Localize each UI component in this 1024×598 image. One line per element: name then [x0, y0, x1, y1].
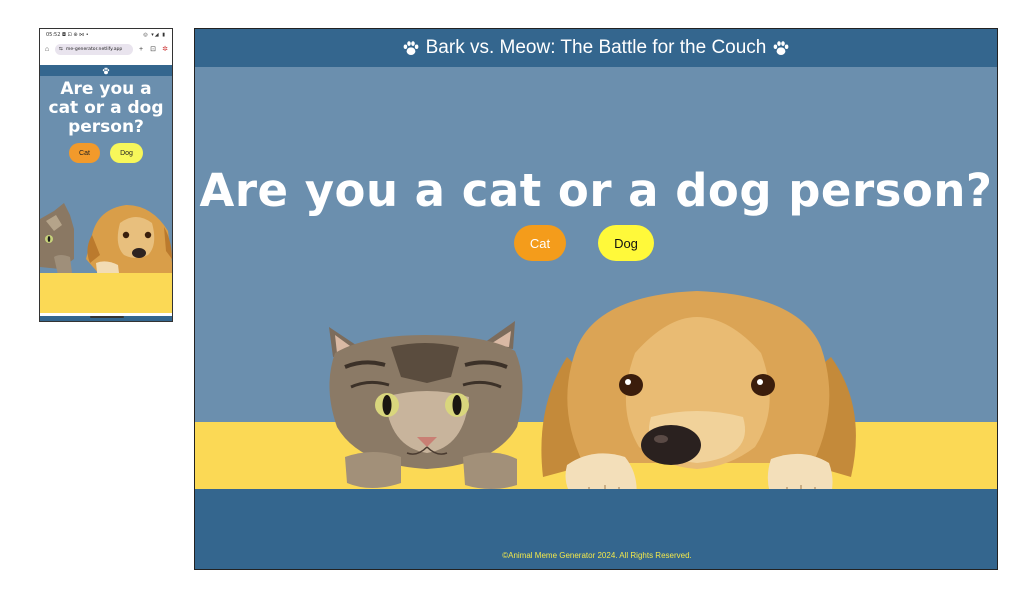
address-text: me-generator.netlify.app — [65, 46, 123, 52]
phone-cat-button[interactable]: Cat — [69, 143, 100, 163]
address-bar[interactable]: ⇆ me-generator.netlify.app — [55, 43, 133, 55]
gesture-bar[interactable] — [90, 316, 124, 318]
footer-copyright: ©Animal Meme Generator 2024. All Rights … — [502, 551, 692, 560]
phone-dog-button[interactable]: Dog — [110, 143, 143, 163]
status-notification-icons: ◘ ⊡ ⊕ ⋈ • — [62, 32, 89, 38]
home-icon[interactable]: ⌂ — [43, 46, 51, 53]
dog-button[interactable]: Dog — [598, 225, 654, 261]
phone-webpage: Are you a cat or a dog person? Cat Dog — [40, 65, 172, 321]
phone-choice-buttons: Cat Dog — [40, 143, 172, 163]
hero-section: Are you a cat or a dog person? Cat Dog — [195, 67, 997, 511]
phone-browser-toolbar: ⌂ ⇆ me-generator.netlify.app + ⊡ ✲ — [40, 41, 172, 57]
website-preview: Bark vs. Meow: The Battle for the Couch … — [194, 28, 998, 570]
tabs-icon[interactable]: ⊡ — [149, 45, 157, 53]
site-settings-icon[interactable]: ⇆ — [59, 47, 63, 52]
hero-title: Are you a cat or a dog person? — [199, 164, 993, 217]
dog-illustration — [541, 291, 856, 511]
status-time: 05:52 — [46, 32, 61, 38]
phone-preview: 05:52 ◘ ⊡ ⊕ ⋈ • ◎ ▾◢ ▮ ⌂ ⇆ me-generator.… — [39, 28, 173, 322]
site-header: Bark vs. Meow: The Battle for the Couch — [195, 29, 997, 67]
phone-hero-title: Are you a cat or a dog person? — [48, 79, 164, 137]
cat-and-dog-image — [329, 291, 856, 511]
phone-status-bar: 05:52 ◘ ⊡ ⊕ ⋈ • ◎ ▾◢ ▮ — [40, 29, 172, 41]
cat-button[interactable]: Cat — [514, 225, 566, 261]
site-title: Bark vs. Meow: The Battle for the Couch — [425, 37, 767, 58]
paw-icon — [102, 67, 110, 74]
paw-icon — [774, 41, 789, 56]
screen: 05:52 ◘ ⊡ ⊕ ⋈ • ◎ ▾◢ ▮ ⌂ ⇆ me-generator.… — [0, 0, 1024, 598]
paw-icon — [403, 41, 418, 56]
new-tab-icon[interactable]: + — [137, 46, 145, 53]
menu-icon[interactable]: ✲ — [161, 45, 169, 53]
site-footer: ©Animal Meme Generator 2024. All Rights … — [195, 489, 997, 569]
status-system-icons: ◎ ▾◢ ▮ — [143, 32, 166, 38]
phone-site-header — [40, 65, 172, 76]
cat-illustration — [329, 321, 523, 489]
phone-pets-image — [40, 203, 172, 281]
